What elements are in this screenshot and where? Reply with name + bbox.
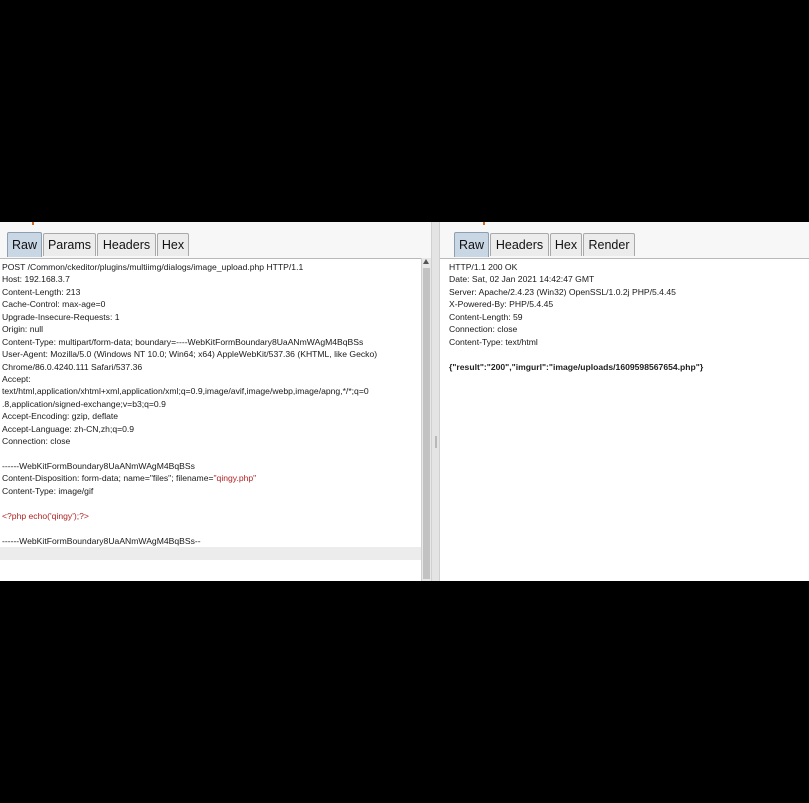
response-line: Server: Apache/2.4.23 (Win32) OpenSSL/1.… xyxy=(449,286,676,297)
request-line: Chrome/86.0.4240.111 Safari/537.36 xyxy=(2,361,143,372)
response-pane: Raw Headers Hex Render HTTP/1.1 200 OK D… xyxy=(440,222,809,581)
disposition-prefix: Content-Disposition: form-data; name="fi… xyxy=(2,473,214,484)
request-line: ------WebKitFormBoundary8UaANmWAgM4BqBSs xyxy=(2,461,195,471)
request-pane: Raw Params Headers Hex POST /Common/cked… xyxy=(0,222,431,581)
request-line: ------WebKitFormBoundary8UaANmWAgM4BqBSs… xyxy=(2,535,201,546)
http-message-viewer: Raw Params Headers Hex POST /Common/cked… xyxy=(0,222,809,581)
tab-headers[interactable]: Headers xyxy=(490,233,549,256)
request-scrollbar[interactable] xyxy=(421,258,431,581)
response-tab-bar: Raw Headers Hex Render xyxy=(440,222,809,258)
request-line xyxy=(2,497,419,509)
request-line: User-Agent: Mozilla/5.0 (Windows NT 10.0… xyxy=(2,349,378,360)
request-lines: POST /Common/ckeditor/plugins/multiimg/d… xyxy=(0,261,421,560)
request-line xyxy=(2,448,419,460)
tab-hex[interactable]: Hex xyxy=(157,233,189,256)
upload-filename: "qingy.php" xyxy=(213,473,257,484)
drag-handle-icon[interactable] xyxy=(435,436,437,448)
request-line xyxy=(2,522,419,534)
request-editor[interactable]: POST /Common/ckeditor/plugins/multiimg/d… xyxy=(0,258,421,581)
tab-params[interactable]: Params xyxy=(43,233,96,256)
response-viewer[interactable]: HTTP/1.1 200 OK Date: Sat, 02 Jan 2021 1… xyxy=(440,258,809,581)
request-line: Connection: close xyxy=(2,436,71,447)
tab-hex[interactable]: Hex xyxy=(550,233,582,256)
response-lines: HTTP/1.1 200 OK Date: Sat, 02 Jan 2021 1… xyxy=(449,261,807,373)
request-line: Content-Type: image/gif xyxy=(2,485,94,496)
tab-raw[interactable]: Raw xyxy=(7,232,42,257)
tab-render[interactable]: Render xyxy=(583,233,635,256)
request-line: Accept-Encoding: gzip, deflate xyxy=(2,411,119,422)
response-line: HTTP/1.1 200 OK xyxy=(449,262,518,272)
response-line xyxy=(449,348,807,360)
php-payload-line: <?php echo('qingy');?> xyxy=(2,510,89,521)
tab-headers[interactable]: Headers xyxy=(97,233,156,256)
response-line: Content-Type: text/html xyxy=(449,336,538,347)
request-line: Host: 192.168.3.7 xyxy=(2,274,70,285)
response-line: Content-Length: 59 xyxy=(449,311,523,322)
request-line: Origin: null xyxy=(2,324,44,335)
cursor-line xyxy=(0,547,421,560)
request-line: Accept: xyxy=(2,373,31,384)
request-line: Content-Length: 213 xyxy=(2,286,81,297)
request-line: text/html,application/xhtml+xml,applicat… xyxy=(2,386,369,397)
response-line: Connection: close xyxy=(449,324,518,335)
response-body: {"result":"200","imgurl":"image/uploads/… xyxy=(449,361,704,372)
tab-raw[interactable]: Raw xyxy=(454,232,489,257)
content-disposition-line: Content-Disposition: form-data; name="fi… xyxy=(2,472,419,484)
request-line: .8,application/signed-exchange;v=b3;q=0.… xyxy=(2,398,166,409)
request-line: Content-Type: multipart/form-data; bound… xyxy=(2,336,364,347)
split-divider[interactable] xyxy=(431,222,440,581)
request-line: POST /Common/ckeditor/plugins/multiimg/d… xyxy=(2,262,304,272)
response-line: Date: Sat, 02 Jan 2021 14:42:47 GMT xyxy=(449,274,595,285)
request-tab-bar: Raw Params Headers Hex xyxy=(0,222,431,258)
request-line: Accept-Language: zh-CN,zh;q=0.9 xyxy=(2,423,135,434)
scroll-up-icon[interactable] xyxy=(423,259,429,264)
scrollbar-thumb[interactable] xyxy=(423,268,430,579)
request-line: Cache-Control: max-age=0 xyxy=(2,299,106,310)
response-line: X-Powered-By: PHP/5.4.45 xyxy=(449,299,554,310)
request-line: Upgrade-Insecure-Requests: 1 xyxy=(2,311,120,322)
